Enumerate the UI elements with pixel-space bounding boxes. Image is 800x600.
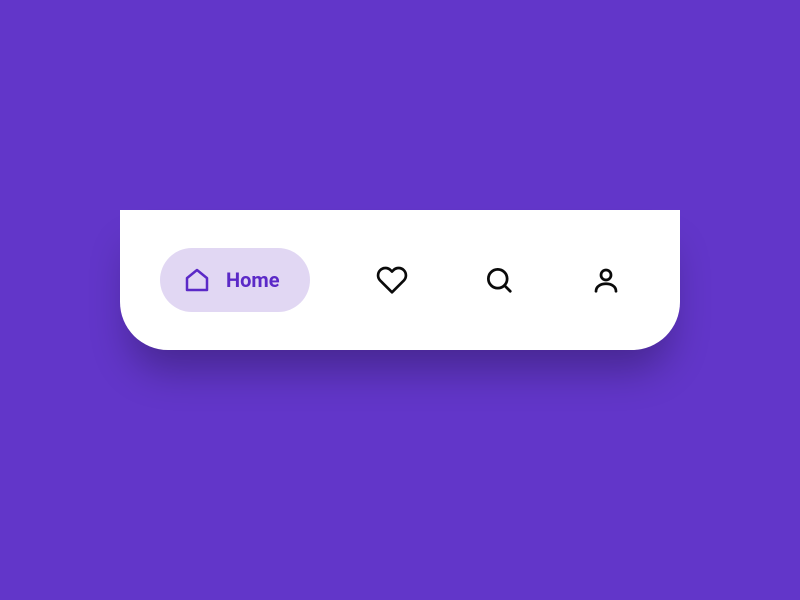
home-icon: [182, 265, 212, 295]
nav-item-search[interactable]: [475, 248, 523, 312]
nav-item-favorites[interactable]: [368, 248, 416, 312]
nav-item-label: Home: [226, 268, 280, 292]
heart-icon: [376, 264, 408, 296]
nav-item-home[interactable]: Home: [160, 248, 310, 312]
search-icon: [484, 265, 514, 295]
nav-item-profile[interactable]: [582, 248, 630, 312]
bottom-navigation: Home: [120, 210, 680, 350]
user-icon: [591, 265, 621, 295]
